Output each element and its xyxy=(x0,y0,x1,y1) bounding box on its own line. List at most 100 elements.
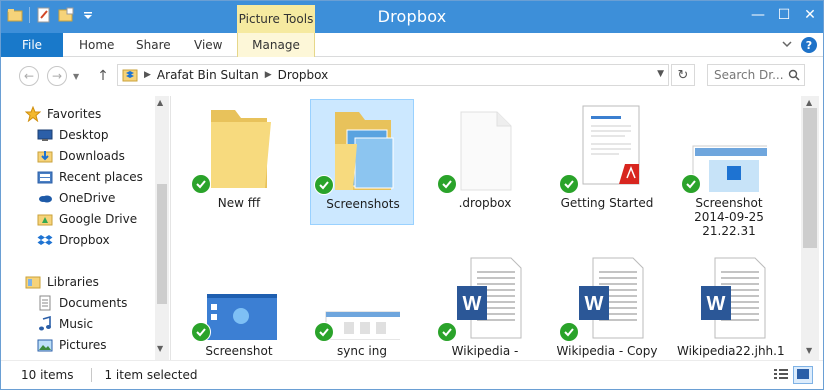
back-button[interactable]: ← xyxy=(19,66,39,86)
scroll-up-icon[interactable]: ▲ xyxy=(157,98,163,107)
nav-item-label: Desktop xyxy=(59,128,109,142)
file-item-screenshot-2014[interactable]: Screenshot 2014-09-25 21.22.31 xyxy=(677,98,784,238)
file-item-wikipedia22[interactable]: W Wikipedia22.jhh.1 xyxy=(677,246,785,360)
content-scrollbar[interactable]: ▲ ▼ xyxy=(801,96,819,360)
up-arrow-icon: ↑ xyxy=(97,68,109,84)
address-bar[interactable]: ▶ Arafat Bin Sultan ▶ Dropbox ▼ xyxy=(117,64,669,86)
tab-file[interactable]: File xyxy=(1,33,63,57)
nav-item-label: Pictures xyxy=(59,338,107,352)
scroll-up-icon[interactable]: ▲ xyxy=(806,98,812,107)
breadcrumb-separator-icon[interactable]: ▶ xyxy=(265,70,272,80)
forward-arrow-icon: → xyxy=(51,69,63,83)
scroll-down-icon[interactable]: ▼ xyxy=(806,346,812,355)
nav-item-label: Recent places xyxy=(59,170,143,184)
scroll-down-icon[interactable]: ▼ xyxy=(157,344,163,353)
nav-scroll-thumb[interactable] xyxy=(157,184,167,304)
navigation-pane: Favorites Desktop Downloads Recent place… xyxy=(1,96,171,360)
svg-text:W: W xyxy=(707,293,726,315)
word-file-icon: W xyxy=(691,250,767,340)
minimize-button[interactable]: — xyxy=(745,5,771,25)
sync-check-icon xyxy=(314,175,334,195)
tab-manage[interactable]: Manage xyxy=(237,33,315,57)
content-scroll-thumb[interactable] xyxy=(803,108,817,248)
image-thumbnail-icon xyxy=(324,250,417,341)
file-item-new-fff[interactable]: New fff xyxy=(187,98,291,224)
image-folder-icon xyxy=(325,104,401,194)
breadcrumb-user[interactable]: Arafat Bin Sultan xyxy=(157,68,259,82)
maximize-button[interactable]: ☐ xyxy=(771,5,797,25)
file-item-getting-started[interactable]: Getting Started xyxy=(555,98,659,224)
nav-item-label: OneDrive xyxy=(59,191,116,205)
sync-check-icon xyxy=(191,174,211,194)
ribbon-right-controls: ? xyxy=(781,37,817,53)
breadcrumb-separator-icon[interactable]: ▶ xyxy=(144,70,151,80)
search-placeholder: Search Dr... xyxy=(714,68,784,82)
item-count: 10 items xyxy=(21,368,74,382)
refresh-button[interactable]: ↻ xyxy=(671,64,695,86)
folder-icon xyxy=(201,102,277,192)
close-button[interactable]: ✕ xyxy=(797,5,823,25)
breadcrumb-dropbox[interactable]: Dropbox xyxy=(278,68,329,82)
sync-check-icon xyxy=(437,174,457,194)
up-button[interactable]: ↑ xyxy=(95,66,111,86)
sync-check-icon xyxy=(437,322,457,342)
desktop-icon xyxy=(37,127,53,143)
sync-check-icon xyxy=(191,322,211,342)
selection-count: 1 item selected xyxy=(91,368,197,382)
help-icon[interactable]: ? xyxy=(801,37,817,53)
file-item-screenshot[interactable]: Screenshot xyxy=(187,246,291,360)
tab-home[interactable]: Home xyxy=(79,33,114,57)
blank-file-icon xyxy=(447,102,523,192)
music-icon xyxy=(37,315,53,332)
title-bar: Picture Tools Dropbox — ☐ ✕ xyxy=(1,1,823,33)
sync-check-icon xyxy=(559,174,579,194)
nav-item-label: Documents xyxy=(59,296,128,310)
nav-item-label: Dropbox xyxy=(59,233,110,247)
nav-scrollbar[interactable]: ▲ ▼ xyxy=(155,96,169,360)
sync-check-icon xyxy=(314,322,334,342)
file-item-sync-ing[interactable]: sync ing xyxy=(310,246,417,360)
file-name: Screenshot 2014-09-25 21.22.31 xyxy=(694,196,764,238)
svg-text:W: W xyxy=(585,293,604,315)
large-icons-view-button[interactable] xyxy=(793,366,813,384)
favorites-label: Favorites xyxy=(47,107,102,121)
refresh-icon: ↻ xyxy=(677,67,689,83)
file-item-dropbox-config[interactable]: .dropbox xyxy=(433,98,537,224)
file-item-wikipedia[interactable]: W Wikipedia - xyxy=(433,246,537,360)
sync-check-icon xyxy=(559,322,579,342)
google-drive-icon xyxy=(37,211,53,227)
tab-view[interactable]: View xyxy=(194,33,222,57)
onedrive-icon xyxy=(37,190,53,206)
word-file-icon: W xyxy=(447,250,523,340)
file-name: sync ing xyxy=(337,344,387,358)
file-name: Getting Started xyxy=(560,196,654,210)
details-view-button[interactable] xyxy=(771,366,791,384)
address-row: ← → ▼ ↑ ▶ Arafat Bin Sultan ▶ Dropbox ▼ … xyxy=(1,58,823,92)
file-name: Wikipedia - Copy xyxy=(556,344,658,358)
close-icon: ✕ xyxy=(804,7,816,23)
dropbox-icon xyxy=(37,232,53,248)
forward-button[interactable]: → xyxy=(47,66,67,86)
search-input[interactable]: Search Dr... xyxy=(707,64,805,86)
file-name: Screenshots xyxy=(326,197,400,211)
image-thumbnail-icon xyxy=(691,102,784,203)
file-item-screenshots[interactable]: Screenshots xyxy=(310,99,414,225)
ribbon-tab-row: File Home Share View Manage ? xyxy=(1,33,823,57)
tab-share[interactable]: Share xyxy=(136,33,171,57)
explorer-window: Picture Tools Dropbox — ☐ ✕ File Home Sh… xyxy=(0,0,824,390)
libraries-label: Libraries xyxy=(47,275,99,289)
location-icon xyxy=(122,67,138,83)
details-view-icon xyxy=(774,368,788,383)
file-name: Wikipedia22.jhh.1 xyxy=(677,344,785,358)
pdf-file-icon xyxy=(569,102,645,192)
libraries-icon xyxy=(25,274,41,290)
window-title: Dropbox xyxy=(377,7,447,26)
documents-icon xyxy=(37,295,53,311)
address-dropdown-icon[interactable]: ▼ xyxy=(657,69,664,79)
expand-ribbon-icon[interactable] xyxy=(781,38,793,53)
sync-check-icon xyxy=(681,174,701,194)
favorites-star-icon xyxy=(24,105,42,123)
file-item-wikipedia-copy[interactable]: W Wikipedia - Copy xyxy=(555,246,659,360)
recent-locations-icon[interactable]: ▼ xyxy=(73,72,79,81)
pictures-icon xyxy=(37,337,53,353)
